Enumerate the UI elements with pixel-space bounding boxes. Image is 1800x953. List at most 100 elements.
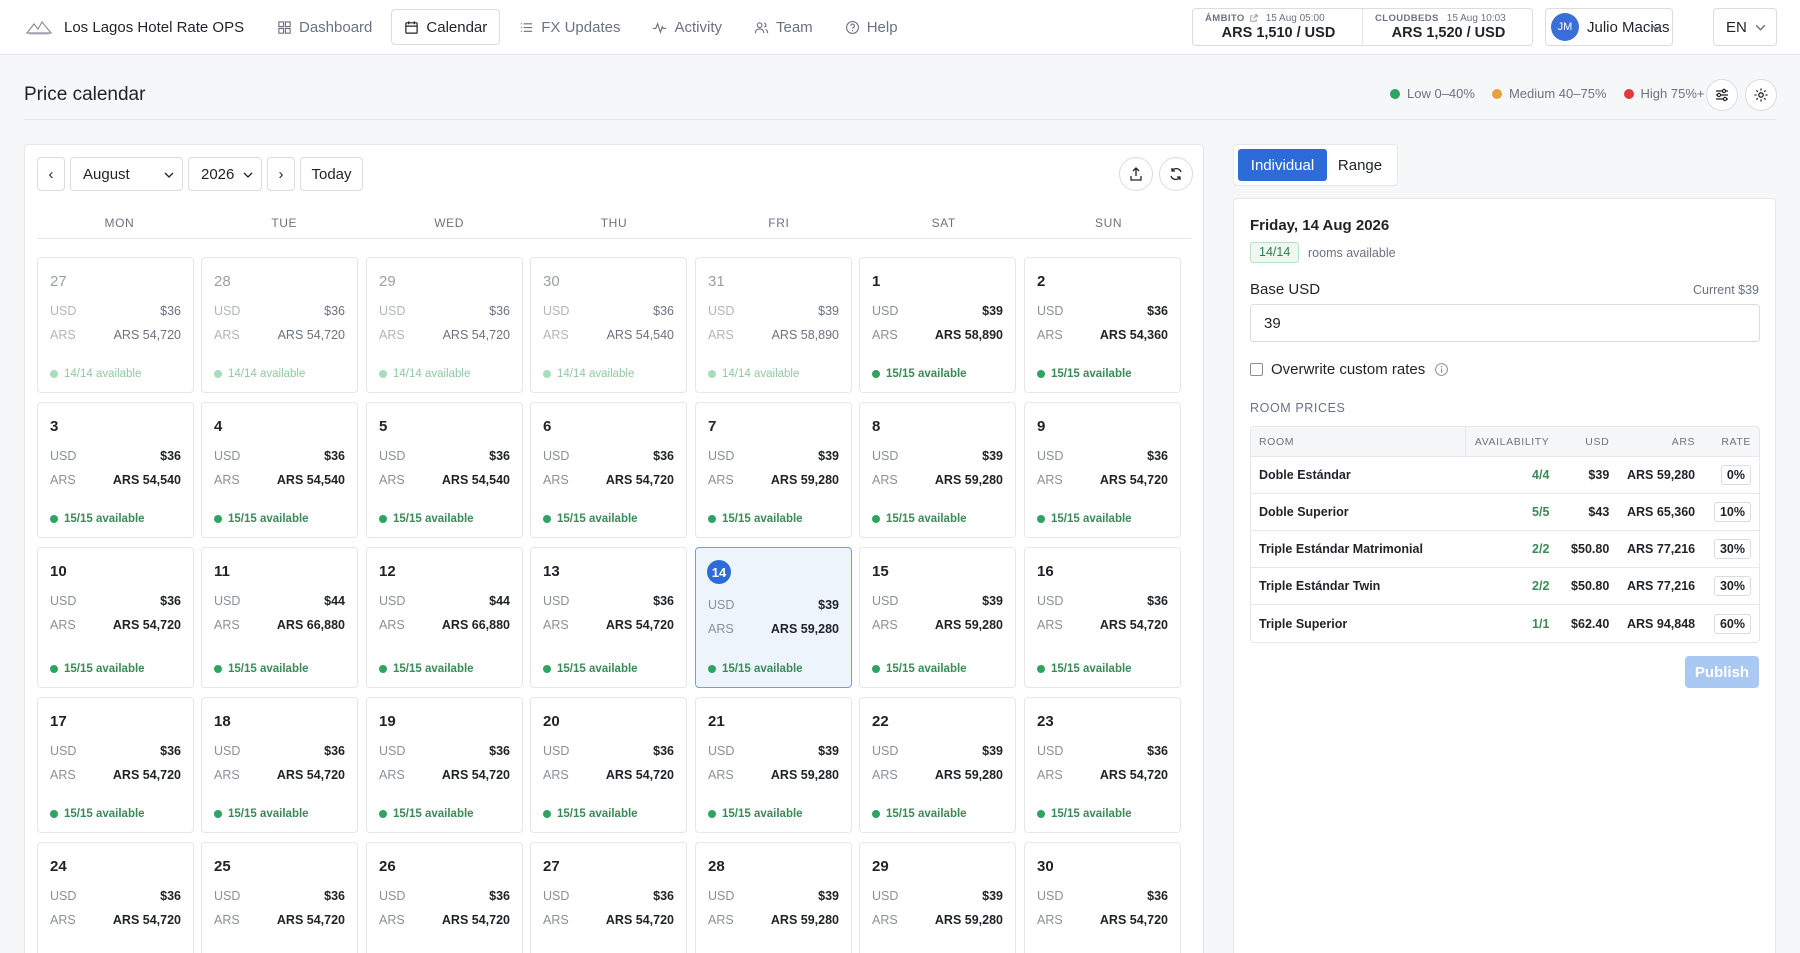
brand[interactable]: Los Lagos Hotel Rate OPS (26, 18, 264, 36)
usd-price-row: USD $36 (50, 889, 181, 903)
calendar-day[interactable]: 24 USD $36 ARS ARS 54,720 (37, 842, 194, 953)
nav-team[interactable]: Team (741, 9, 826, 45)
availability-text: 15/15 available (393, 513, 474, 525)
info-icon[interactable] (1434, 362, 1449, 377)
usd-price: $36 (160, 449, 181, 463)
tab-range[interactable]: Range (1327, 149, 1393, 181)
calendar-day[interactable]: 30 USD $36 ARS ARS 54,540 14/14 available (530, 257, 687, 393)
calendar-day[interactable]: 5 USD $36 ARS ARS 54,540 15/15 available (366, 402, 523, 538)
calendar-day[interactable]: 7 USD $39 ARS ARS 59,280 15/15 available (695, 402, 852, 538)
overwrite-checkbox[interactable] (1250, 363, 1263, 376)
year-value: 2026 (201, 165, 235, 183)
external-link-icon[interactable] (1249, 14, 1258, 23)
ars-price: ARS 54,720 (112, 618, 181, 632)
calendar-day[interactable]: 16 USD $36 ARS ARS 54,720 15/15 available (1024, 547, 1181, 688)
usd-price-row: USD $36 (379, 304, 510, 318)
calendar-day[interactable]: 1 USD $39 ARS ARS 58,890 15/15 available (859, 257, 1016, 393)
calendar-day[interactable]: 11 USD $44 ARS ARS 66,880 15/15 available (201, 547, 358, 688)
usd-price-row: USD $36 (50, 594, 181, 608)
currency-label: USD (543, 449, 570, 463)
calendar-day[interactable]: 6 USD $36 ARS ARS 54,720 15/15 available (530, 402, 687, 538)
calendar-day[interactable]: 10 USD $36 ARS ARS 54,720 15/15 available (37, 547, 194, 688)
availability-dot (543, 810, 551, 818)
availability-text: 15/15 available (1051, 808, 1132, 820)
fx-source: CLOUDBEDS (1375, 13, 1439, 24)
tab-individual[interactable]: Individual (1238, 149, 1327, 181)
weekday-label: SUN (1095, 216, 1123, 230)
calendar-day[interactable]: 30 USD $36 ARS ARS 54,720 (1024, 842, 1181, 953)
usd-price-row: USD $36 (543, 449, 674, 463)
calendar-day[interactable]: 31 USD $39 ARS ARS 58,890 14/14 available (695, 257, 852, 393)
nav-dashboard[interactable]: Dashboard (264, 9, 385, 45)
availability-dot (50, 665, 58, 673)
usd-price: $39 (982, 594, 1003, 608)
usd-price: $39 (818, 889, 839, 903)
calendar-day[interactable]: 17 USD $36 ARS ARS 54,720 15/15 available (37, 697, 194, 833)
calendar-day[interactable]: 21 USD $39 ARS ARS 59,280 15/15 available (695, 697, 852, 833)
rate-pill[interactable]: 10% (1713, 502, 1751, 522)
prev-month-button[interactable]: ‹ (37, 157, 65, 191)
calendar-day[interactable]: 9 USD $36 ARS ARS 54,720 15/15 available (1024, 402, 1181, 538)
ars-price-row: ARS ARS 54,720 (50, 618, 181, 632)
availability: 15/15 available (1037, 808, 1132, 820)
next-month-button[interactable]: › (267, 157, 295, 191)
nav-calendar[interactable]: Calendar (391, 9, 501, 45)
export-button[interactable] (1119, 157, 1153, 191)
calendar-day[interactable]: 28 USD $39 ARS ARS 59,280 (695, 842, 852, 953)
ars-price-row: ARS ARS 59,280 (708, 913, 839, 927)
filters-button[interactable] (1706, 79, 1738, 111)
overwrite-custom-rates[interactable]: Overwrite custom rates (1250, 361, 1449, 378)
day-number: 24 (50, 858, 67, 875)
rate-pill[interactable]: 30% (1713, 576, 1751, 596)
calendar-day[interactable]: 8 USD $39 ARS ARS 59,280 15/15 available (859, 402, 1016, 538)
usd-price: $39 (818, 449, 839, 463)
availability: 15/15 available (50, 808, 145, 820)
calendar-day[interactable]: 4 USD $36 ARS ARS 54,540 15/15 available (201, 402, 358, 538)
ars-price: ARS 66,880 (441, 618, 510, 632)
calendar-day[interactable]: 29 USD $39 ARS ARS 59,280 (859, 842, 1016, 953)
calendar-day[interactable]: 27 USD $36 ARS ARS 54,720 (530, 842, 687, 953)
calendar-day[interactable]: 25 USD $36 ARS ARS 54,720 (201, 842, 358, 953)
user-menu-button[interactable]: JM Julio Macias (1545, 8, 1673, 46)
usd-price-row: USD $36 (50, 304, 181, 318)
calendar-day[interactable]: 19 USD $36 ARS ARS 54,720 15/15 available (366, 697, 523, 833)
month-select[interactable]: August (70, 157, 183, 191)
calendar-day[interactable]: 14 USD $39 ARS ARS 59,280 15/15 available (695, 547, 852, 688)
year-select[interactable]: 2026 (188, 157, 262, 191)
calendar-day[interactable]: 26 USD $36 ARS ARS 54,720 (366, 842, 523, 953)
rate-pill[interactable]: 0% (1720, 465, 1751, 485)
availability-dot (379, 810, 387, 818)
calendar-day[interactable]: 22 USD $39 ARS ARS 59,280 15/15 available (859, 697, 1016, 833)
calendar-day[interactable]: 12 USD $44 ARS ARS 66,880 15/15 available (366, 547, 523, 688)
publish-button[interactable]: Publish (1685, 656, 1759, 688)
nav-activity[interactable]: Activity (639, 9, 735, 45)
ars-price-row: ARS ARS 66,880 (214, 618, 345, 632)
settings-button[interactable] (1745, 79, 1777, 111)
refresh-button[interactable] (1159, 157, 1193, 191)
today-button[interactable]: Today (300, 157, 363, 191)
calendar-day[interactable]: 15 USD $39 ARS ARS 59,280 15/15 available (859, 547, 1016, 688)
calendar-day[interactable]: 18 USD $36 ARS ARS 54,720 15/15 available (201, 697, 358, 833)
base-usd-input[interactable] (1250, 304, 1760, 342)
calendar-day[interactable]: 13 USD $36 ARS ARS 54,720 15/15 available (530, 547, 687, 688)
rate-pill[interactable]: 30% (1713, 539, 1751, 559)
language-select[interactable]: EN (1713, 8, 1777, 46)
currency-label: ARS (214, 913, 240, 927)
rate-pill[interactable]: 60% (1713, 613, 1751, 634)
calendar-day[interactable]: 20 USD $36 ARS ARS 54,720 15/15 available (530, 697, 687, 833)
calendar-day[interactable]: 28 USD $36 ARS ARS 54,720 14/14 available (201, 257, 358, 393)
calendar-day[interactable]: 27 USD $36 ARS ARS 54,720 14/14 available (37, 257, 194, 393)
ars-price: ARS 54,720 (605, 768, 674, 782)
ars-price-row: ARS ARS 54,540 (379, 473, 510, 487)
nav-help[interactable]: Help (832, 9, 911, 45)
calendar-day[interactable]: 3 USD $36 ARS ARS 54,540 15/15 available (37, 402, 194, 538)
currency-label: ARS (708, 768, 734, 782)
calendar-day[interactable]: 29 USD $36 ARS ARS 54,720 14/14 available (366, 257, 523, 393)
calendar-day[interactable]: 23 USD $36 ARS ARS 54,720 15/15 available (1024, 697, 1181, 833)
currency-label: USD (214, 449, 241, 463)
nav-fx-updates[interactable]: FX Updates (506, 9, 633, 45)
day-number: 27 (543, 858, 560, 875)
fx-rate-ambito[interactable]: ÁMBITO 15 Aug 05:00 ARS 1,510 / USD (1193, 9, 1362, 45)
fx-rate-cloudbeds[interactable]: CLOUDBEDS 15 Aug 10:03 ARS 1,520 / USD (1362, 9, 1532, 45)
calendar-day[interactable]: 2 USD $36 ARS ARS 54,360 15/15 available (1024, 257, 1181, 393)
